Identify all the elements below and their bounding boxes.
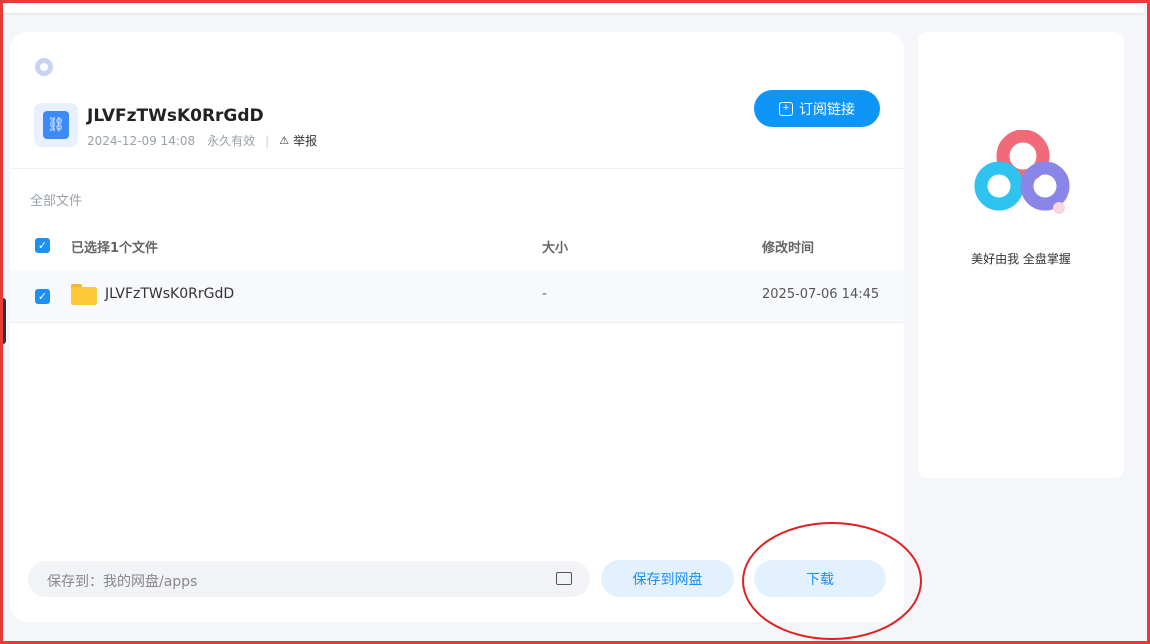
breadcrumb[interactable]: 全部文件 xyxy=(30,190,82,209)
report-icon[interactable]: ⚠ xyxy=(279,134,289,147)
selection-count: 已选择1个文件 xyxy=(71,241,159,256)
folder-outline-icon[interactable] xyxy=(556,572,572,585)
link-icon: ⛓ xyxy=(43,111,69,139)
file-modified: 2025-07-06 14:45 xyxy=(762,287,880,302)
subscribe-button[interactable]: + 订阅链接 xyxy=(754,90,880,127)
side-drawer-handle[interactable] xyxy=(0,298,6,344)
table-header: ✓ 已选择1个文件 大小 修改时间 xyxy=(10,228,904,264)
save-to-drive-button[interactable]: 保存到网盘 xyxy=(601,560,734,597)
save-path-selector[interactable]: 保存到：我的网盘/apps xyxy=(28,561,590,597)
save-path-label: 保存到：我的网盘/apps xyxy=(47,574,198,590)
top-bar xyxy=(3,3,1144,13)
share-meta: 2024-12-09 14:08 永久有效 | ⚠ 举报 xyxy=(87,132,317,149)
share-validity: 永久有效 xyxy=(207,134,256,148)
share-link-icon: ⛓ xyxy=(34,103,78,147)
subscribe-label: 订阅链接 xyxy=(799,100,855,117)
folder-icon xyxy=(71,284,97,305)
divider xyxy=(10,168,904,169)
meta-divider: | xyxy=(265,133,270,148)
row-checkbox[interactable]: ✓ xyxy=(35,289,50,304)
download-button[interactable]: 下载 xyxy=(754,560,886,597)
file-size: - xyxy=(542,286,548,302)
share-panel: ⛓ JLVFzTWsK0RrGdD 2024-12-09 14:08 永久有效 … xyxy=(10,32,904,622)
cloud-logo-icon xyxy=(974,130,1070,214)
promo-card: 美好由我 全盘掌握 xyxy=(918,32,1124,478)
share-date: 2024-12-09 14:08 xyxy=(87,133,196,148)
plus-icon: + xyxy=(779,101,793,116)
table-row[interactable]: ✓ JLVFzTWsK0RrGdD - 2025-07-06 14:45 xyxy=(10,270,904,323)
column-modified[interactable]: 修改时间 xyxy=(762,237,814,256)
file-name[interactable]: JLVFzTWsK0RrGdD xyxy=(105,286,234,302)
report-link[interactable]: 举报 xyxy=(293,132,317,149)
avatar-icon[interactable] xyxy=(35,58,53,76)
promo-slogan: 美好由我 全盘掌握 xyxy=(971,252,1071,266)
select-all-checkbox[interactable]: ✓ xyxy=(35,238,50,253)
share-title: JLVFzTWsK0RrGdD xyxy=(87,106,264,126)
column-size[interactable]: 大小 xyxy=(542,237,568,256)
